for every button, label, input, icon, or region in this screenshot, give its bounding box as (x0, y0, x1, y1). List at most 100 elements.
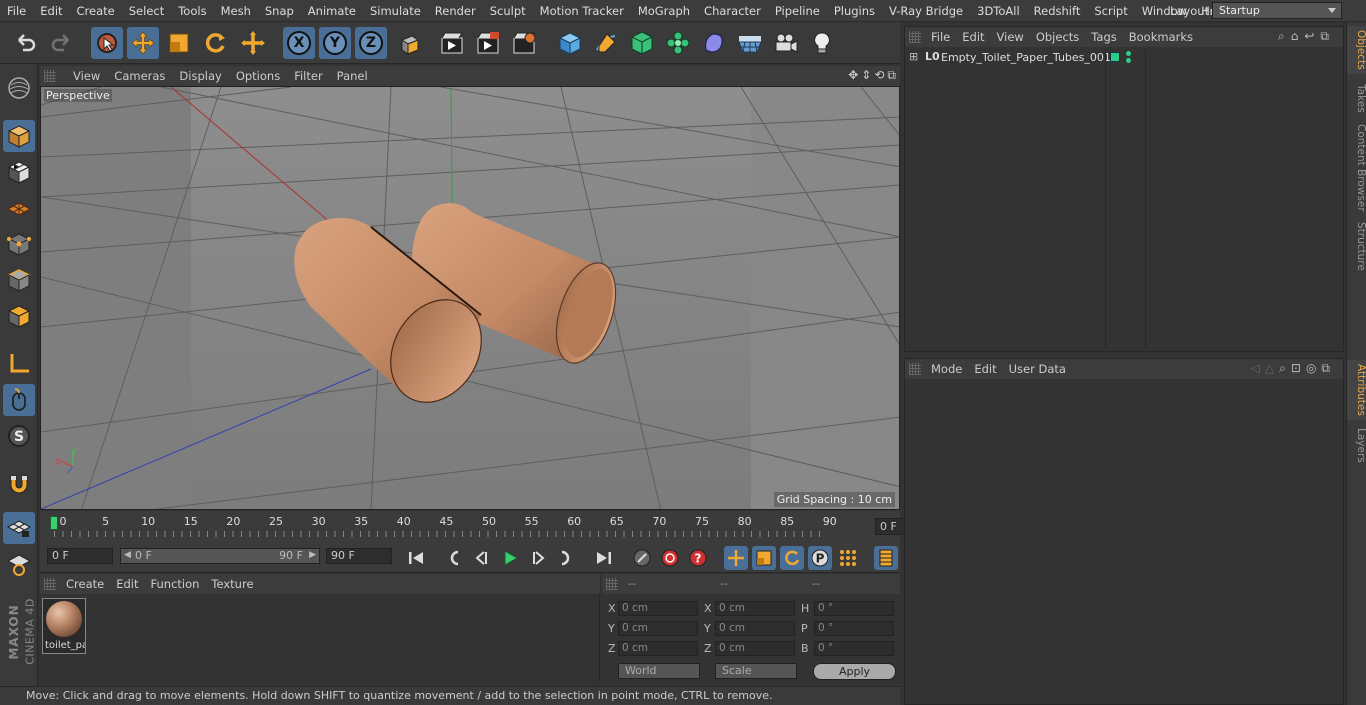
panel-grip-icon[interactable] (606, 578, 618, 590)
menu-plugins[interactable]: Plugins (827, 0, 882, 22)
object-menu-view[interactable]: View (991, 30, 1030, 44)
x-axis-button[interactable]: X (283, 27, 315, 59)
object-menu-file[interactable]: File (925, 30, 956, 44)
expand-icon[interactable]: ⊞ (909, 50, 918, 63)
menu-3dtoall[interactable]: 3DToAll (970, 0, 1027, 22)
axis-mode-button[interactable] (3, 348, 35, 380)
attribute-menu-edit[interactable]: Edit (968, 362, 1002, 376)
back-arrow-icon[interactable]: ◁ (1251, 361, 1265, 375)
menu-vray-bridge[interactable]: V-Ray Bridge (882, 0, 970, 22)
live-selection-button[interactable] (91, 27, 123, 59)
pos-y-field[interactable]: 0 cm (618, 621, 698, 636)
dolly-icon[interactable]: ⇕ (861, 68, 871, 83)
lock-icon[interactable]: ⊡ (1291, 361, 1306, 375)
material-menu-function[interactable]: Function (145, 577, 206, 591)
size-x-field[interactable]: 0 cm (715, 601, 795, 616)
timeline-button[interactable] (874, 546, 898, 570)
tab-layers[interactable]: Layers (1347, 424, 1366, 467)
render-visibility-dot[interactable] (1126, 58, 1131, 63)
orbit-icon[interactable]: ⟲ (874, 68, 884, 83)
edges-mode-button[interactable] (3, 264, 35, 296)
material-menu-create[interactable]: Create (60, 577, 110, 591)
viewport-menu-display[interactable]: Display (172, 69, 228, 83)
size-mode-select[interactable]: Scale (715, 663, 797, 679)
recent-tool-button[interactable] (237, 27, 269, 59)
size-z-field[interactable]: 0 cm (715, 641, 795, 656)
size-y-field[interactable]: 0 cm (715, 621, 795, 636)
menu-pipeline[interactable]: Pipeline (768, 0, 827, 22)
panel-grip-icon[interactable] (44, 70, 56, 82)
render-view-button[interactable] (436, 27, 468, 59)
menu-character[interactable]: Character (697, 0, 768, 22)
coordinate-mode-select[interactable]: World (618, 663, 700, 679)
menu-edit[interactable]: Edit (33, 0, 69, 22)
tab-content-browser[interactable]: Content Browser (1347, 120, 1366, 216)
autokeying-button[interactable] (658, 546, 682, 570)
previous-frame-button[interactable] (470, 546, 494, 570)
rot-h-field[interactable]: 0 ° (814, 601, 894, 616)
record-active-objects-button[interactable] (630, 546, 654, 570)
menu-redshift[interactable]: Redshift (1027, 0, 1088, 22)
workplane-button[interactable] (3, 192, 35, 224)
maximize-icon[interactable]: ⧉ (887, 68, 896, 83)
object-menu-tags[interactable]: Tags (1085, 30, 1122, 44)
pan-icon[interactable]: ✥ (848, 68, 858, 83)
new-window-icon[interactable]: ⧉ (1320, 29, 1335, 43)
camera-button[interactable] (770, 27, 802, 59)
solo-button[interactable]: S (3, 420, 35, 452)
undo-button[interactable] (10, 27, 42, 59)
rot-b-field[interactable]: 0 ° (814, 641, 894, 656)
points-mode-button[interactable] (3, 228, 35, 260)
play-button[interactable] (498, 546, 522, 570)
key-position-button[interactable] (724, 546, 748, 570)
home-icon[interactable]: ⌂ (1291, 29, 1305, 43)
tab-takes[interactable]: Takes (1347, 80, 1366, 117)
menu-select[interactable]: Select (122, 0, 171, 22)
tab-attributes[interactable]: Attributes (1347, 360, 1366, 420)
next-frame-button[interactable] (526, 546, 550, 570)
texture-mode-button[interactable] (3, 156, 35, 188)
target-icon[interactable]: ◎ (1306, 361, 1321, 375)
pos-z-field[interactable]: 0 cm (618, 641, 698, 656)
z-axis-button[interactable]: Z (355, 27, 387, 59)
material-menu-edit[interactable]: Edit (110, 577, 144, 591)
material-menu-texture[interactable]: Texture (205, 577, 259, 591)
scale-button[interactable] (163, 27, 195, 59)
workplane-lock-button[interactable] (3, 512, 35, 544)
new-window-icon[interactable]: ⧉ (1321, 361, 1335, 375)
cloner-button[interactable] (662, 27, 694, 59)
frame-range-slider[interactable]: ◀ 0 F 90 F ▶ (120, 548, 320, 564)
editor-visibility-dot[interactable] (1126, 51, 1131, 56)
make-editable-button[interactable] (3, 72, 35, 104)
viewport-menu-options[interactable]: Options (229, 69, 287, 83)
up-arrow-icon[interactable]: △ (1265, 361, 1279, 375)
polygons-mode-button[interactable] (3, 300, 35, 332)
tab-objects[interactable]: Objects (1347, 26, 1366, 74)
key-pla-button[interactable] (836, 546, 860, 570)
rotate-button[interactable] (199, 27, 231, 59)
attribute-menu-mode[interactable]: Mode (925, 362, 968, 376)
menu-file[interactable]: File (0, 0, 33, 22)
cube-button[interactable] (554, 27, 586, 59)
previous-key-button[interactable] (442, 546, 466, 570)
panel-grip-icon[interactable] (44, 578, 56, 590)
viewport-menu-filter[interactable]: Filter (287, 69, 329, 83)
menu-render[interactable]: Render (428, 0, 483, 22)
object-name[interactable]: Empty_Toilet_Paper_Tubes_001 (941, 51, 1111, 64)
key-scale-button[interactable] (752, 546, 776, 570)
menu-simulate[interactable]: Simulate (363, 0, 428, 22)
menu-create[interactable]: Create (70, 0, 122, 22)
tweak-mode-button[interactable] (3, 384, 35, 416)
locked-workplane-button[interactable] (3, 548, 35, 580)
start-frame-field[interactable]: 0 F (47, 548, 113, 564)
render-picture-viewer-button[interactable] (472, 27, 504, 59)
menu-mesh[interactable]: Mesh (214, 0, 258, 22)
tab-structure[interactable]: Structure (1347, 218, 1366, 275)
menu-sculpt[interactable]: Sculpt (483, 0, 533, 22)
object-menu-edit[interactable]: Edit (956, 30, 990, 44)
go-to-end-button[interactable] (592, 546, 616, 570)
go-to-start-button[interactable] (404, 546, 428, 570)
viewport-menu-panel[interactable]: Panel (330, 69, 375, 83)
panel-grip-icon[interactable] (909, 31, 921, 43)
snap-button[interactable] (3, 468, 35, 500)
